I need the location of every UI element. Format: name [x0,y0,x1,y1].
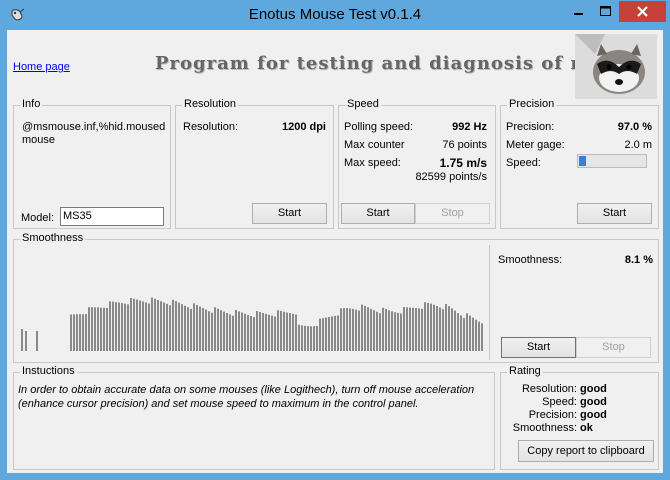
meter-gage-label: Meter gage: [506,139,565,151]
precision-speed-progress [577,154,647,168]
smoothness-value: 8.1 % [624,254,653,266]
info-group-label: Info [20,98,43,110]
raccoon-photo [575,34,657,99]
resolution-start-button[interactable]: Start [252,203,327,224]
polling-speed-value: 992 Hz [452,121,487,133]
resolution-label: Resolution: [183,121,239,133]
precision-value: 97.0 % [617,121,652,133]
precision-start-button[interactable]: Start [577,203,652,224]
max-counter-label: Max counter [344,139,405,151]
instructions-text: In order to obtain accurate data on some… [18,384,475,410]
speed-stop-button[interactable]: Stop [415,203,490,224]
resolution-group: Resolution Resolution: 1200 dpi Start [175,98,334,229]
rating-precision-value: good [580,409,607,421]
close-button[interactable] [619,1,666,22]
app-window: Enotus Mouse Test v0.1.4 Home page Progr… [0,0,670,480]
close-icon [637,6,648,17]
rating-speed-value: good [580,396,607,408]
device-name: @msmouse.inf,%hid.moused mouse [22,121,166,146]
smoothness-label: Smoothness: [498,254,563,266]
smoothness-stop-button[interactable]: Stop [576,337,651,358]
smoothness-group-label: Smoothness [20,232,86,244]
model-label: Model: [21,212,55,224]
instructions-group-label: Instuctions [20,365,77,377]
precision-label: Precision: [506,121,555,133]
smoothness-start-button[interactable]: Start [501,337,576,358]
polling-speed-label: Polling speed: [344,121,414,133]
copy-report-button[interactable]: Copy report to clipboard [518,440,654,462]
rating-smoothness-value: ok [580,422,593,434]
minimize-icon [574,13,583,15]
info-group: Info @msmouse.inf,%hid.moused mouse Mode… [13,98,171,229]
rating-group-label: Rating [507,365,543,377]
rating-precision-label: Precision: [528,409,577,421]
client-area: Home page Program for testing and diagno… [7,30,663,473]
maximize-button[interactable] [592,1,619,22]
rating-smoothness-label: Smoothness: [512,422,577,434]
max-speed-label: Max speed: [344,157,401,169]
precision-speed-fill [579,156,586,166]
max-counter-value: 76 points [442,139,487,151]
smoothness-graph [16,245,490,360]
home-page-link[interactable]: Home page [13,61,70,73]
title-bar[interactable]: Enotus Mouse Test v0.1.4 [0,0,670,30]
minimize-button[interactable] [565,1,592,22]
instructions-group: Instuctions In order to obtain accurate … [13,365,495,470]
resolution-value: 1200 dpi [281,121,326,133]
speed-group: Speed Polling speed: 992 Hz Max counter … [338,98,496,229]
rating-resolution-value: good [580,383,607,395]
max-speed-value: 1.75 m/s [439,156,487,170]
max-speed-points: 82599 points/s [415,171,487,183]
meter-gage-value: 2.0 m [624,139,652,151]
rating-resolution-label: Resolution: [521,383,577,395]
speed-group-label: Speed [345,98,381,110]
precision-group-label: Precision [507,98,557,110]
rating-speed-label: Speed: [542,396,577,408]
resolution-group-label: Resolution [182,98,238,110]
precision-speed-label: Speed: [506,157,541,169]
rating-group: Rating Resolution: good Speed: good Prec… [500,365,659,470]
speed-start-button[interactable]: Start [341,203,415,224]
model-input[interactable]: MS35 [60,207,164,226]
page-heading: Program for testing and diagnosis of mic… [155,53,623,74]
